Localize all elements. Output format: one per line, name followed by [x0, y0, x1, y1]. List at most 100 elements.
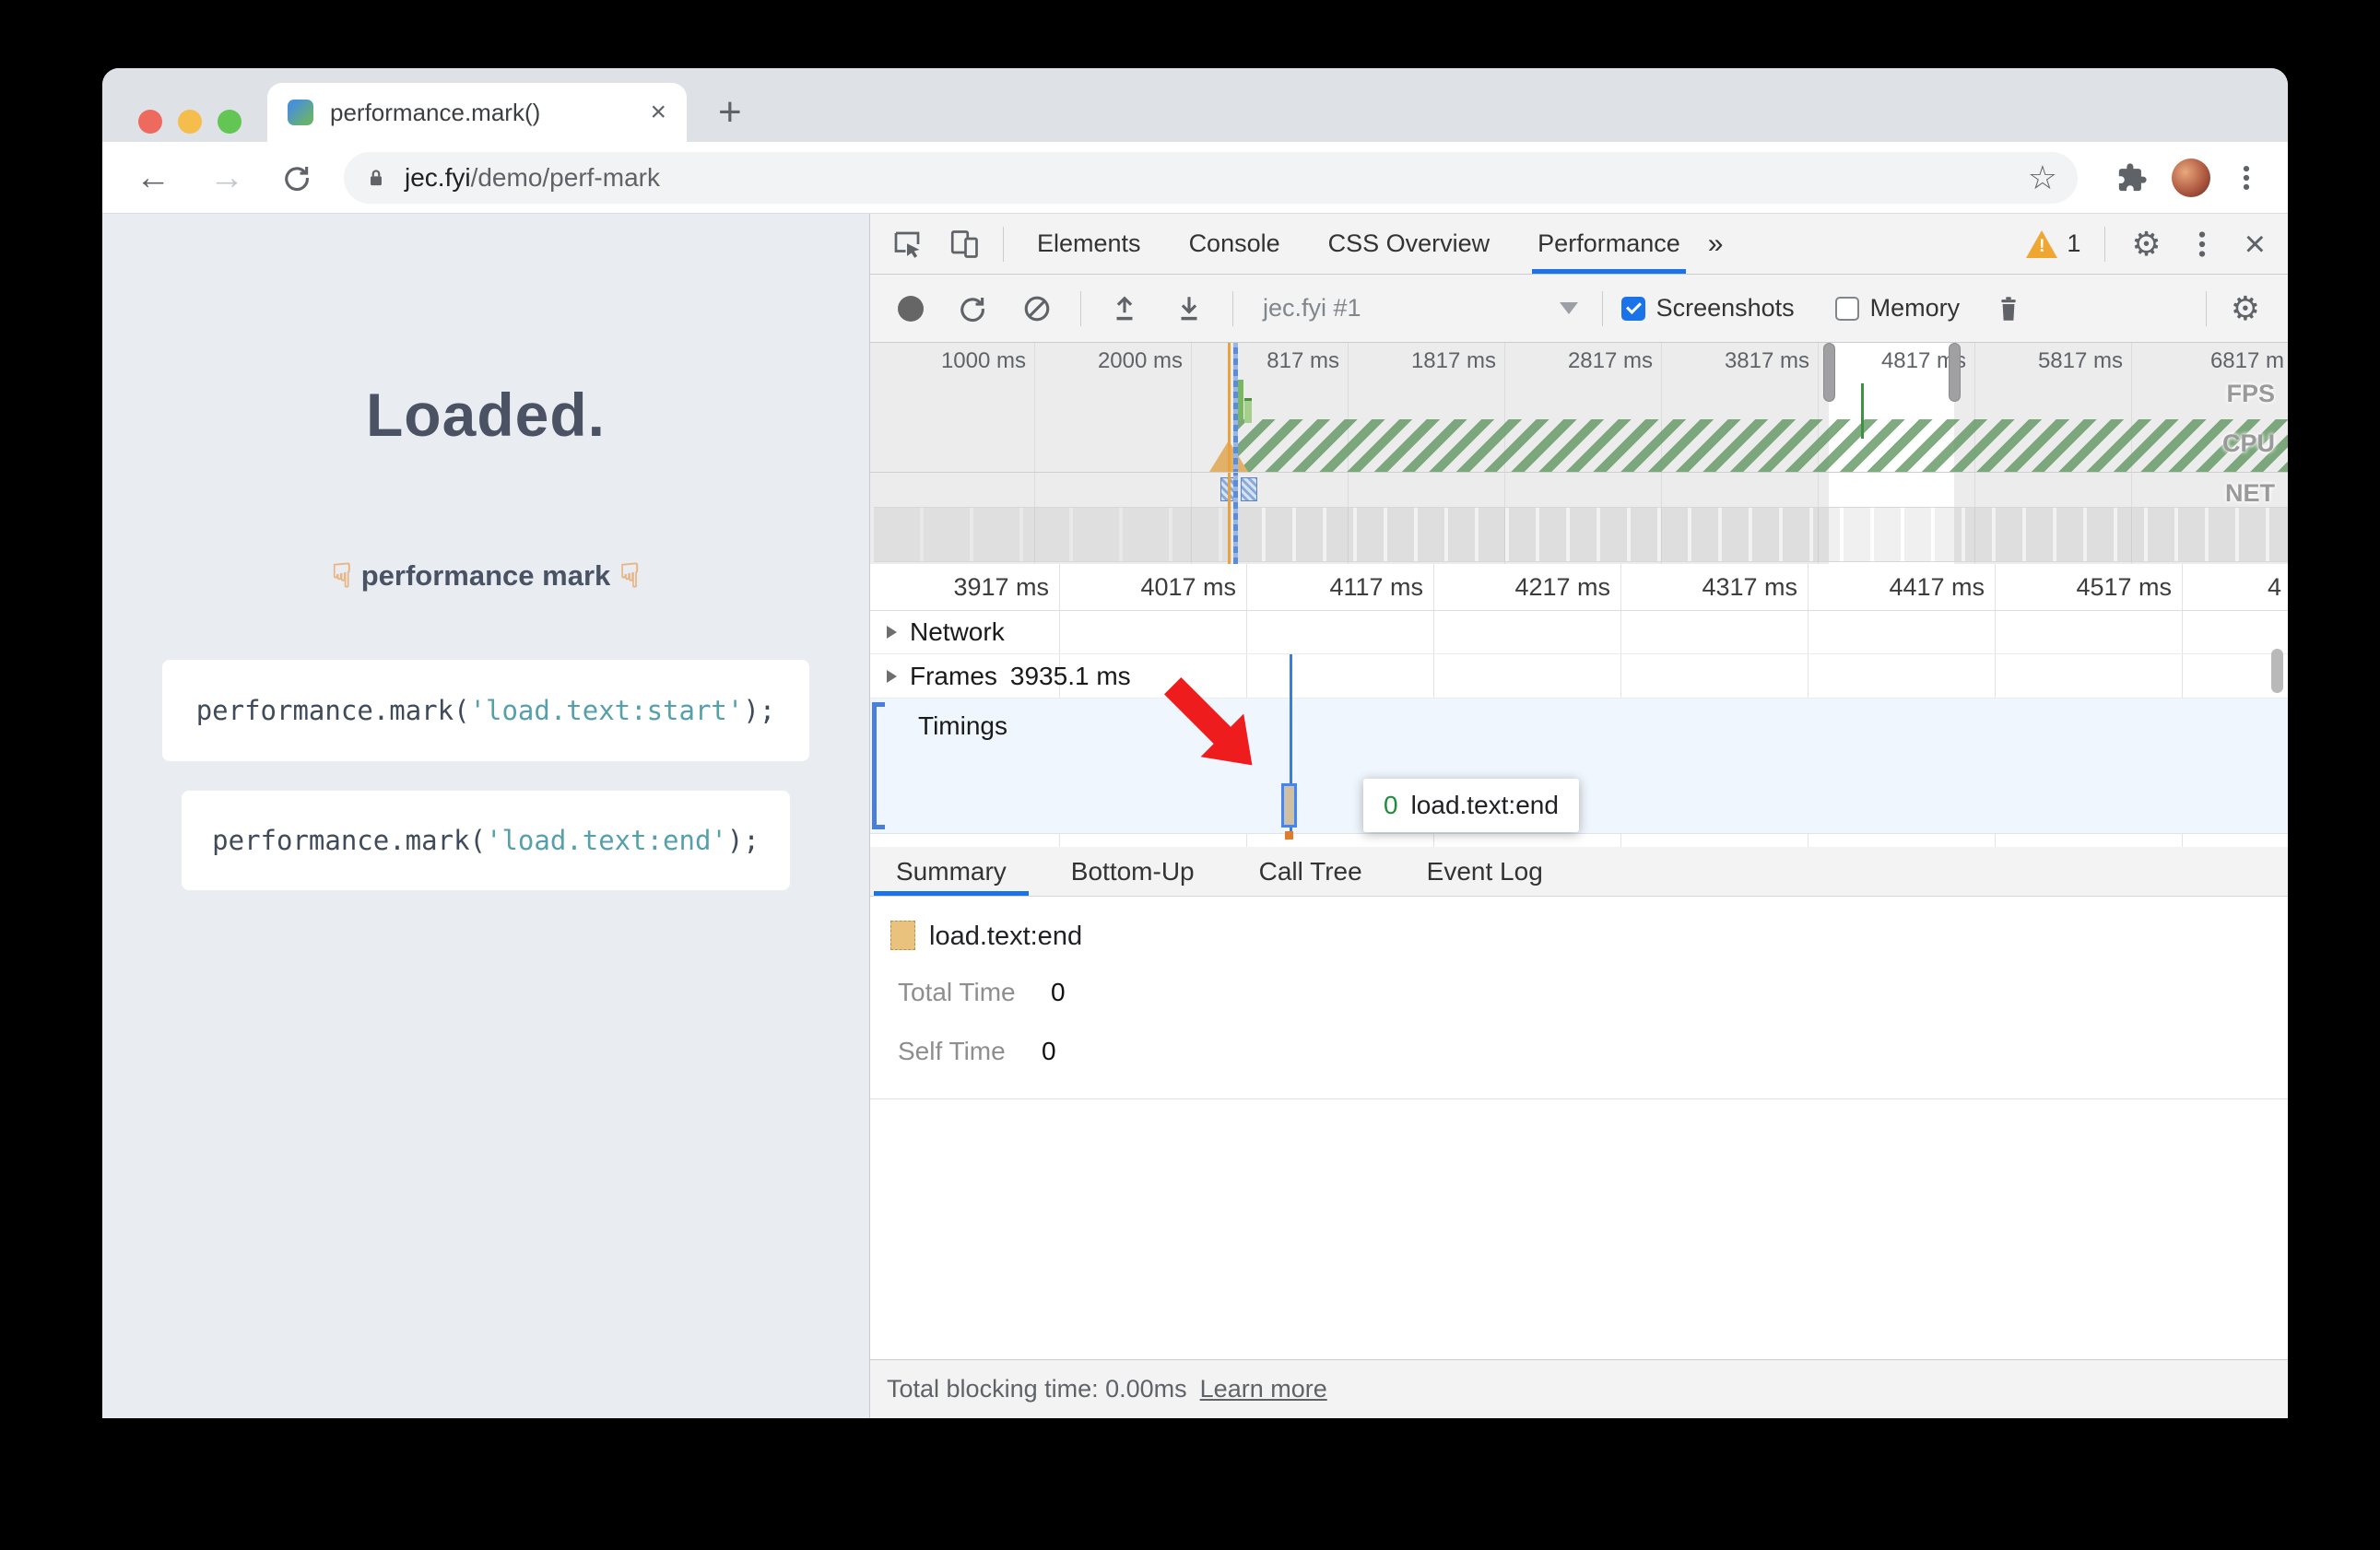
details-tabbar: Summary Bottom-Up Call Tree Event Log [870, 847, 2288, 897]
profile-select[interactable]: jec.fyi #1 [1263, 294, 1361, 323]
tab-console[interactable]: Console [1189, 214, 1280, 274]
inspect-element-icon[interactable] [890, 228, 924, 261]
lock-icon [371, 169, 382, 185]
overview-ruler-tick: 1000 ms [940, 348, 1026, 373]
tab-bottom-up[interactable]: Bottom-Up [1049, 847, 1217, 896]
devtools-settings-icon[interactable]: ⚙ [2131, 227, 2161, 261]
tab-call-tree[interactable]: Call Tree [1237, 847, 1384, 896]
web-page: Loaded. ☟ performance mark ☟ performance.m… [102, 214, 869, 1418]
code-snippet-start: performance.mark('load.text:start'); [162, 660, 809, 761]
profile-select-caret-icon[interactable] [1559, 302, 1578, 314]
tab-strip: performance.mark() × + [102, 68, 2288, 142]
code-text: performance.mark( [195, 695, 470, 726]
garbage-collect-icon[interactable] [1993, 293, 2024, 324]
timings-track-row[interactable] [870, 699, 2288, 834]
forward-icon[interactable]: → [209, 160, 244, 195]
tab-css-overview[interactable]: CSS Overview [1328, 214, 1490, 274]
marker-tick [1285, 831, 1293, 840]
browser-tab[interactable]: performance.mark() × [267, 83, 687, 142]
save-profile-icon[interactable] [1173, 293, 1205, 324]
capture-settings-icon[interactable]: ⚙ [2231, 291, 2260, 325]
reload-and-record-icon[interactable] [957, 293, 988, 324]
tab-label: CSS Overview [1327, 229, 1490, 257]
frames-track-label: Frames [910, 661, 997, 690]
new-tab-button[interactable]: + [718, 88, 742, 136]
load-profile-icon[interactable] [1109, 293, 1140, 324]
memory-checkbox[interactable] [1834, 296, 1859, 321]
minimize-window-button[interactable] [178, 110, 202, 134]
devtools-tabbar: Elements Console CSS Overview Performanc… [870, 214, 2288, 275]
more-tabs-chevron[interactable]: » [1708, 214, 1724, 274]
selection-left-handle[interactable] [1823, 343, 1835, 402]
divider [870, 1098, 2288, 1099]
tab-event-log[interactable]: Event Log [1405, 847, 1565, 896]
url-path: /demo/perf-mark [470, 162, 660, 192]
clear-recording-icon[interactable] [1021, 293, 1053, 324]
warning-mark: ! [2039, 236, 2045, 256]
devtools-close-icon[interactable]: × [2245, 226, 2266, 263]
waterfall-ruler-tick: 4 [2268, 573, 2282, 601]
overview-ruler-tick: 6817 m [2209, 348, 2284, 373]
close-window-button[interactable] [138, 110, 162, 134]
tab-summary[interactable]: Summary [874, 847, 1029, 896]
code-text: performance.mark( [212, 825, 486, 856]
url-domain: jec.fyi [405, 162, 471, 192]
reload-icon[interactable] [281, 162, 312, 194]
self-time-label: Self Time [898, 1037, 1006, 1065]
filmstrip-frames [1235, 507, 2288, 562]
tab-label: Event Log [1426, 856, 1543, 886]
tab-performance[interactable]: Performance [1532, 214, 1686, 274]
lane-label-fps: FPS [2226, 380, 2275, 407]
frames-track-row[interactable]: Frames 3935.1 ms [870, 654, 2288, 699]
selection-right-handle[interactable] [1949, 343, 1961, 402]
disclosure-triangle-icon[interactable] [887, 669, 897, 683]
tab-elements[interactable]: Elements [1037, 214, 1141, 274]
total-time-label: Total Time [898, 978, 1016, 1006]
devtools-panel: Elements Console CSS Overview Performanc… [869, 214, 2288, 1418]
warning-icon[interactable]: ! [2026, 229, 2058, 258]
tab-label: Call Tree [1258, 856, 1362, 886]
browser-toolbar: ← → jec.fyi/demo/perf-mark ☆ [102, 142, 2288, 214]
performance-toolbar: jec.fyi #1 Screenshots Memory ⚙ [870, 275, 2288, 343]
tab-close-icon[interactable]: × [650, 97, 666, 128]
waterfall-ruler-tick: 4317 ms [1702, 573, 1797, 601]
devtools-menu-icon[interactable] [2186, 228, 2219, 261]
bookmark-star-icon[interactable]: ☆ [2028, 159, 2057, 197]
waterfall-ruler-tick: 4517 ms [2076, 573, 2172, 601]
fps-activity [1244, 398, 1252, 423]
tooltip-value: 0 [1384, 791, 1398, 819]
screenshot-canvas: performance.mark() × + ← → jec.fyi/demo/… [0, 0, 2380, 1550]
selection-fps-tick [1861, 383, 1864, 439]
timeline-overview[interactable]: 1000 ms 2000 ms 817 ms 1817 ms 2817 ms 3… [870, 343, 2288, 564]
network-track-row[interactable]: Network [870, 610, 2288, 654]
lane-label-net: NET [2225, 479, 2275, 507]
timeline-break-marker [1233, 343, 1238, 564]
warning-count: 1 [2067, 229, 2081, 257]
url-bar[interactable]: jec.fyi/demo/perf-mark ☆ [344, 151, 2078, 204]
code-text: ); [743, 695, 776, 726]
mark-tooltip: 0 load.text:end [1363, 779, 1579, 832]
devtools-statusbar: Total blocking time: 0.00ms Learn more [870, 1359, 2288, 1418]
point-down-emoji: ☟ [619, 557, 641, 594]
profile-avatar[interactable] [2172, 158, 2210, 197]
navigation-marker [1228, 343, 1231, 564]
waterfall-ruler-tick: 3917 ms [953, 573, 1049, 601]
vertical-scrollbar[interactable] [2271, 649, 2283, 693]
disclosure-triangle-icon[interactable] [887, 625, 897, 639]
extensions-icon[interactable] [2116, 162, 2148, 194]
maximize-window-button[interactable] [218, 110, 242, 134]
device-toolbar-icon[interactable] [948, 228, 981, 261]
flame-chart[interactable]: 3917 ms 4017 ms 4117 ms 4217 ms 4317 ms … [870, 564, 2288, 847]
tab-label: Bottom-Up [1070, 856, 1195, 886]
code-text: ); [726, 825, 760, 856]
screenshots-checkbox[interactable] [1620, 296, 1645, 321]
timings-track-label: Timings [918, 711, 1007, 740]
mark-color-swatch [890, 921, 915, 950]
record-button[interactable] [898, 295, 924, 322]
learn-more-link[interactable]: Learn more [1200, 1375, 1327, 1403]
browser-menu-icon[interactable] [2231, 162, 2262, 194]
memory-label: Memory [1869, 294, 1961, 322]
favicon [288, 100, 313, 125]
self-time-value: 0 [1042, 1037, 1056, 1065]
back-icon[interactable]: ← [135, 160, 171, 195]
